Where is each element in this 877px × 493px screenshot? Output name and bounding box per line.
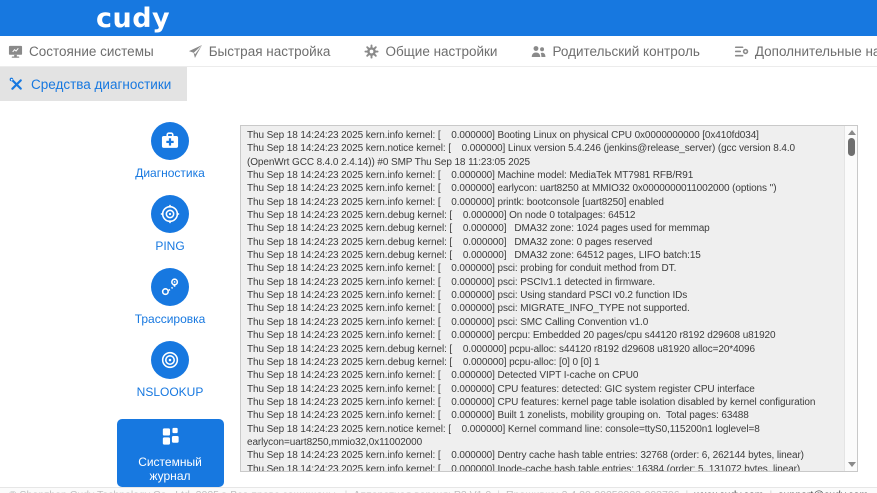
footer-separator: | [497,489,500,493]
log-line: Thu Sep 18 14:24:23 2025 kern.info kerne… [247,370,639,382]
nav-item-label: Общие настройки [385,43,498,59]
log-line: Thu Sep 18 14:24:23 2025 kern.debug kern… [247,223,710,235]
diagnostic-tools-icon [9,77,24,92]
log-line: Thu Sep 18 14:24:23 2025 kern.info kerne… [247,276,656,288]
footer-website-link[interactable]: www.cudy.com [694,489,763,493]
app-header: cudy [0,0,877,36]
advanced-settings-icon [734,44,749,59]
log-line: Thu Sep 18 14:24:23 2025 kern.info kerne… [247,463,801,471]
log-line: Thu Sep 18 14:24:23 2025 kern.info kerne… [247,263,677,275]
log-line: Thu Sep 18 14:24:23 2025 kern.info kerne… [247,290,688,302]
system-log-output: Thu Sep 18 14:24:23 2025 kern.info kerne… [241,126,844,471]
nslookup-icon [151,341,189,379]
sub-nav: Средства диагностики [0,67,877,101]
system-status-icon [8,44,23,59]
log-line: Thu Sep 18 14:24:23 2025 kern.notice ker… [247,423,763,448]
footer-hardware-version: Аппаратная версия: P2 V1.0 [353,489,491,493]
footer-email-link[interactable]: support@cudy.com [778,489,868,493]
log-line: Thu Sep 18 14:24:23 2025 kern.info kerne… [247,450,804,462]
scrollbar-down-arrow-icon[interactable] [848,462,856,467]
quick-setup-icon [188,44,203,59]
log-line: Thu Sep 18 14:24:23 2025 kern.debug kern… [247,250,701,262]
sidebar-item-traceroute[interactable]: Трассировка [134,268,206,326]
log-scrollbar[interactable] [844,126,857,471]
tab-diagnostic-tools[interactable]: Средства диагностики [0,67,188,101]
log-line: Thu Sep 18 14:24:23 2025 kern.info kerne… [247,130,759,141]
ping-icon [151,195,189,233]
log-line: Thu Sep 18 14:24:23 2025 kern.info kerne… [247,330,776,342]
nav-item-label: Дополнительные настройки [754,43,877,59]
footer-separator: | [686,489,689,493]
nav-item-system-status[interactable]: Состояние системы [8,44,154,59]
log-line: Thu Sep 18 14:24:23 2025 kern.info kerne… [247,396,816,408]
footer-text: © Shenzhen Cudy Technology Co., Ltd. 202… [0,487,877,493]
log-line: Thu Sep 18 14:24:23 2025 kern.debug kern… [247,210,636,222]
traceroute-icon [151,268,189,306]
log-line: Thu Sep 18 14:24:23 2025 kern.info kerne… [247,183,777,195]
log-line: Thu Sep 18 14:24:23 2025 kern.info kerne… [247,410,749,422]
nav-item-label: Родительский контроль [552,43,700,59]
general-settings-icon [364,43,379,59]
log-line: Thu Sep 18 14:24:23 2025 kern.notice ker… [247,143,798,168]
parental-control-icon [531,44,546,59]
nav-item-label: Состояние системы [29,43,154,59]
sidebar-item-label: Системный журнал [138,454,202,483]
log-line: Thu Sep 18 14:24:23 2025 kern.info kerne… [247,196,664,208]
nav-item-quick-setup[interactable]: Быстрая настройка [188,43,331,59]
nav-item-label: Быстрая настройка [208,43,331,59]
log-line: Thu Sep 18 14:24:23 2025 kern.info kerne… [247,303,690,315]
log-line: Thu Sep 18 14:24:23 2025 kern.info kerne… [247,316,649,328]
footer-copyright: © Shenzhen Cudy Technology Co., Ltd. 202… [9,489,339,493]
sidebar-item-nslookup[interactable]: NSLOOKUP [136,341,204,399]
sidebar-item-label: Трассировка [134,312,206,326]
main-nav: Состояние системы Быстрая настройка Общи… [0,36,877,67]
sidebar-item-diagnostics[interactable]: Диагностика [135,122,205,180]
sidebar-item-label: Диагностика [135,166,205,180]
log-line: Thu Sep 18 14:24:23 2025 kern.debug kern… [247,356,600,368]
diagnostics-icon [150,122,189,160]
log-line: Thu Sep 18 14:24:23 2025 kern.info kerne… [247,383,755,395]
footer-separator: | [345,489,348,493]
sidebar-item-ping[interactable]: PING [151,195,189,253]
sidebar-item-label: NSLOOKUP [136,385,204,399]
nav-item-general-settings[interactable]: Общие настройки [364,44,497,59]
cudy-logo: cudy [96,2,171,34]
log-line: Thu Sep 18 14:24:23 2025 kern.debug kern… [247,343,755,355]
nav-item-advanced-settings[interactable]: Дополнительные настройки [734,44,877,59]
sidebar-item-label: PING [155,239,185,253]
diagnostics-sidebar: Диагностика PING Трассировка NSLOOKUP Си… [100,122,240,487]
tab-label: Средства диагностики [31,76,172,92]
router-admin-page: cudy Состояние системы Быстрая настройка… [0,0,877,493]
scrollbar-thumb[interactable] [848,138,855,156]
scrollbar-up-arrow-icon[interactable] [848,130,856,135]
log-line: Thu Sep 18 14:24:23 2025 kern.info kerne… [247,170,694,182]
sidebar-item-system-log[interactable]: Системный журнал [116,419,224,487]
system-log-icon [159,424,182,447]
footer-firmware-version: Прошивка: 2.4.20-20250922-093706 [506,489,680,493]
system-log-panel: Thu Sep 18 14:24:23 2025 kern.info kerne… [240,125,858,472]
footer-separator: | [770,489,773,493]
log-line: Thu Sep 18 14:24:23 2025 kern.debug kern… [247,236,653,248]
nav-item-parental-control[interactable]: Родительский контроль [531,43,700,59]
main-content: Диагностика PING Трассировка NSLOOKUP Си… [0,101,877,487]
